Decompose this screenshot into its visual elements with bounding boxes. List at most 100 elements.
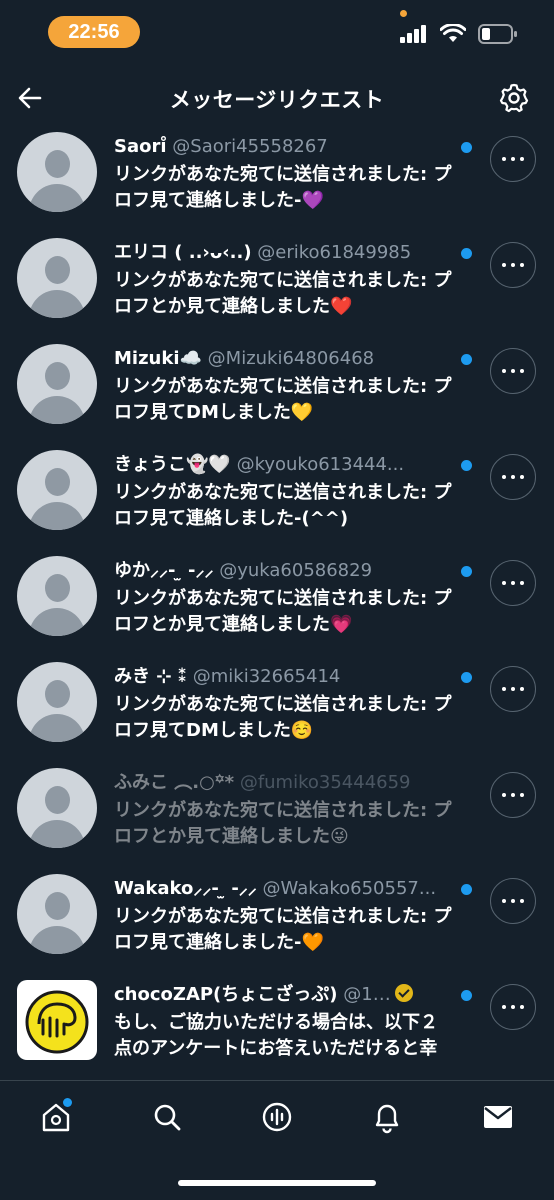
wifi-icon bbox=[440, 24, 466, 42]
bottom-nav bbox=[0, 1092, 554, 1146]
avatar-head-shape bbox=[45, 362, 70, 390]
default-avatar[interactable] bbox=[17, 132, 97, 212]
default-avatar[interactable] bbox=[17, 344, 97, 424]
sender-line: ゆか⸝⸝- ̫ -⸝⸝ @yuka60586829 bbox=[114, 558, 454, 584]
more-dot-icon bbox=[520, 157, 524, 161]
more-dot-icon bbox=[511, 369, 515, 373]
unread-dot bbox=[461, 248, 472, 259]
more-options-button[interactable] bbox=[490, 348, 536, 394]
more-options-button[interactable] bbox=[490, 242, 536, 288]
sender-handle: @fumiko35444659 bbox=[239, 772, 411, 793]
more-options-button[interactable] bbox=[490, 136, 536, 182]
unread-dot bbox=[461, 884, 472, 895]
default-avatar[interactable] bbox=[17, 450, 97, 530]
sender-name: chocoZAP(ちょこざっぷ) bbox=[114, 984, 338, 1005]
message-preview: もし、ご協力いただける場合は、以下２点のアンケートにお答えいただけると幸 bbox=[114, 1012, 438, 1059]
avatar-body-shape bbox=[29, 290, 85, 318]
sender-line: エリコ ( ..›ᴗ‹..) @eriko61849985 bbox=[114, 240, 454, 266]
avatar-body-shape bbox=[29, 820, 85, 848]
more-options-button[interactable] bbox=[490, 772, 536, 818]
avatar-head-shape bbox=[45, 892, 70, 920]
avatar-body-shape bbox=[29, 396, 85, 424]
privacy-indicator-dot bbox=[400, 10, 407, 17]
hand-logo-icon bbox=[25, 990, 89, 1054]
request-text: Saori̊ @Saori45558267 リンクがあなた宛てに送信されました: … bbox=[114, 134, 454, 214]
bottom-nav-divider bbox=[0, 1080, 554, 1081]
request-text: chocoZAP(ちょこざっぷ) @1… もし、ご協力いただける場合は、以下２点の… bbox=[114, 982, 454, 1062]
status-icons bbox=[400, 24, 518, 44]
sender-name: ゆか⸝⸝- ̫ -⸝⸝ bbox=[114, 560, 214, 581]
more-options-button[interactable] bbox=[490, 666, 536, 712]
unread-dot bbox=[461, 142, 472, 153]
more-dot-icon bbox=[511, 263, 515, 267]
unread-dot bbox=[461, 672, 472, 683]
avatar-head-shape bbox=[45, 680, 70, 708]
default-avatar[interactable] bbox=[17, 556, 97, 636]
nav-messages[interactable] bbox=[473, 1092, 523, 1142]
more-dot-icon bbox=[520, 899, 524, 903]
default-avatar[interactable] bbox=[17, 874, 97, 954]
more-dot-icon bbox=[511, 157, 515, 161]
sender-handle: @eriko61849985 bbox=[257, 242, 412, 263]
message-request-row[interactable]: chocoZAP(ちょこざっぷ) @1… もし、ご協力いただける場合は、以下２点の… bbox=[0, 972, 554, 1078]
message-request-row[interactable]: エリコ ( ..›ᴗ‹..) @eriko61849985 リンクがあなた宛てに送… bbox=[0, 230, 554, 336]
chocozap-logo-avatar[interactable] bbox=[17, 980, 97, 1060]
default-avatar[interactable] bbox=[17, 238, 97, 318]
avatar-head-shape bbox=[45, 786, 70, 814]
message-request-list: Saori̊ @Saori45558267 リンクがあなた宛てに送信されました: … bbox=[0, 124, 554, 1078]
spaces-microphone-icon bbox=[262, 1102, 292, 1132]
message-request-row[interactable]: ゆか⸝⸝- ̫ -⸝⸝ @yuka60586829 リンクがあなた宛てに送信されま… bbox=[0, 548, 554, 654]
more-options-button[interactable] bbox=[490, 454, 536, 500]
bell-icon bbox=[375, 1104, 399, 1134]
sender-handle: @kyouko613444... bbox=[236, 454, 405, 475]
message-preview: リンクがあなた宛てに送信されました: プロフ見て連絡しました-💜 bbox=[114, 164, 452, 211]
message-request-row[interactable]: きょうこ👻🤍 @kyouko613444... リンクがあなた宛てに送信されました… bbox=[0, 442, 554, 548]
sender-handle: @yuka60586829 bbox=[219, 560, 373, 581]
home-indicator bbox=[178, 1180, 376, 1186]
sender-handle: @Mizuki64806468 bbox=[207, 348, 375, 369]
nav-spaces[interactable] bbox=[252, 1092, 302, 1142]
more-dot-icon bbox=[502, 1005, 506, 1009]
status-time: 22:56 bbox=[48, 16, 140, 48]
unread-dot bbox=[461, 460, 472, 471]
message-preview: リンクがあなた宛てに送信されました: プロフ見てDMしました💛 bbox=[114, 376, 452, 423]
more-options-button[interactable] bbox=[490, 984, 536, 1030]
more-dot-icon bbox=[502, 687, 506, 691]
more-options-button[interactable] bbox=[490, 878, 536, 924]
nav-home[interactable] bbox=[31, 1092, 81, 1142]
unread-dot bbox=[461, 354, 472, 365]
settings-gear-icon[interactable] bbox=[498, 82, 530, 114]
message-request-row[interactable]: Mizuki☁️ @Mizuki64806468 リンクがあなた宛てに送信されまし… bbox=[0, 336, 554, 442]
message-request-row[interactable]: Wakako⸝⸝- ̫ -⸝⸝ @Wakako650557... リンクがあなた宛… bbox=[0, 866, 554, 972]
cellular-signal-icon bbox=[400, 25, 426, 43]
sender-handle: @1… bbox=[343, 984, 391, 1005]
page-title: メッセージリクエスト bbox=[169, 88, 385, 112]
message-preview: リンクがあなた宛てに送信されました: プロフとか見て連絡しました😜 bbox=[114, 800, 452, 847]
sender-handle: @Saori45558267 bbox=[172, 136, 328, 157]
message-preview: リンクがあなた宛てに送信されました: プロフ見て連絡しました-(^^) bbox=[114, 482, 452, 529]
sender-line: Wakako⸝⸝- ̫ -⸝⸝ @Wakako650557... bbox=[114, 876, 454, 902]
avatar-head-shape bbox=[45, 150, 70, 178]
sender-name: Wakako⸝⸝- ̫ -⸝⸝ bbox=[114, 878, 257, 899]
nav-search[interactable] bbox=[142, 1092, 192, 1142]
message-preview: リンクがあなた宛てに送信されました: プロフ見て連絡しました-🧡 bbox=[114, 906, 452, 953]
avatar-body-shape bbox=[29, 502, 85, 530]
avatar-head-shape bbox=[45, 468, 70, 496]
home-notification-dot bbox=[63, 1098, 72, 1107]
more-options-button[interactable] bbox=[490, 560, 536, 606]
more-dot-icon bbox=[502, 369, 506, 373]
default-avatar[interactable] bbox=[17, 662, 97, 742]
message-request-row[interactable]: Saori̊ @Saori45558267 リンクがあなた宛てに送信されました: … bbox=[0, 124, 554, 230]
search-icon bbox=[154, 1104, 181, 1131]
more-dot-icon bbox=[520, 475, 524, 479]
sender-line: Mizuki☁️ @Mizuki64806468 bbox=[114, 346, 454, 372]
status-bar: 22:56 bbox=[0, 0, 554, 72]
nav-notifications[interactable] bbox=[362, 1092, 412, 1142]
message-request-row[interactable]: ふみこ ︵.○꙳* @fumiko35444659 リンクがあなた宛てに送信されま… bbox=[0, 760, 554, 866]
more-dot-icon bbox=[502, 157, 506, 161]
message-request-row[interactable]: みき ⊹ ⁑ @miki32665414 リンクがあなた宛てに送信されました: プ… bbox=[0, 654, 554, 760]
more-dot-icon bbox=[511, 793, 515, 797]
request-text: エリコ ( ..›ᴗ‹..) @eriko61849985 リンクがあなた宛てに送… bbox=[114, 240, 454, 320]
default-avatar[interactable] bbox=[17, 768, 97, 848]
more-dot-icon bbox=[502, 581, 506, 585]
